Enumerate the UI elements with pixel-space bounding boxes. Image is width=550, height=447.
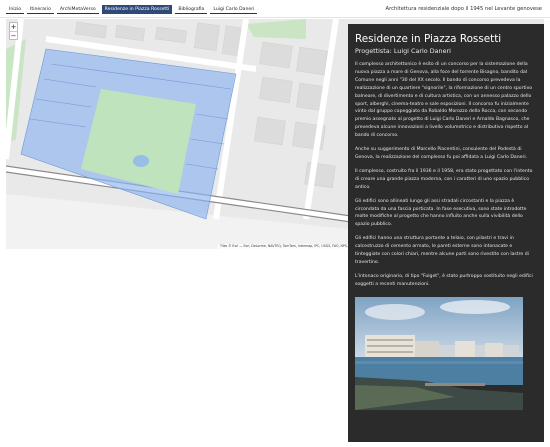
tab-archimetaverso[interactable]: ArchiMetaVerso (56, 5, 99, 14)
panel-title: Residenze in Piazza Rossetti (355, 33, 502, 45)
zoom-out-button[interactable]: − (10, 31, 17, 40)
panel-paragraph: Il complesso architettonico è esito di u… (355, 62, 533, 139)
tab-itinerario[interactable]: Itinerario (27, 5, 54, 14)
tab-inizio[interactable]: Inizio (6, 5, 25, 14)
tab-luigi-carlo-daneri[interactable]: Luigi Carlo Daneri (210, 5, 258, 14)
panel-paragraph: Gli edifici sono allineati lungo gli ass… (355, 198, 527, 228)
panel-paragraph: Gli edifici hanno una struttura portante… (355, 236, 529, 265)
zoom-in-button[interactable]: + (10, 23, 17, 31)
site-title: Architettura residenziale dopo il 1945 n… (385, 6, 542, 12)
top-navigation: Inizio Itinerario ArchiMetaVerso Residen… (0, 0, 550, 18)
tab-bar: Inizio Itinerario ArchiMetaVerso Residen… (6, 5, 258, 14)
panel-paragraph: Anche su suggerimento di Marcello Piacen… (355, 147, 528, 160)
panel-subtitle: Progettista: Luigi Carlo Daneri (355, 47, 451, 55)
tab-bibliografia[interactable]: Bibliografia (175, 5, 208, 14)
building-photo (355, 296, 523, 410)
info-panel: Residenze in Piazza Rossetti Progettista… (348, 24, 544, 442)
panel-paragraph: L'intonaco originario, di tipo "Fulget",… (355, 273, 533, 287)
zoom-control: + − (9, 22, 18, 40)
panel-paragraph: Il complesso, costruito fra il 1936 e il… (355, 168, 533, 190)
tab-residenze-piazza-rossetti[interactable]: Residenze in Piazza Rossetti (101, 5, 173, 14)
